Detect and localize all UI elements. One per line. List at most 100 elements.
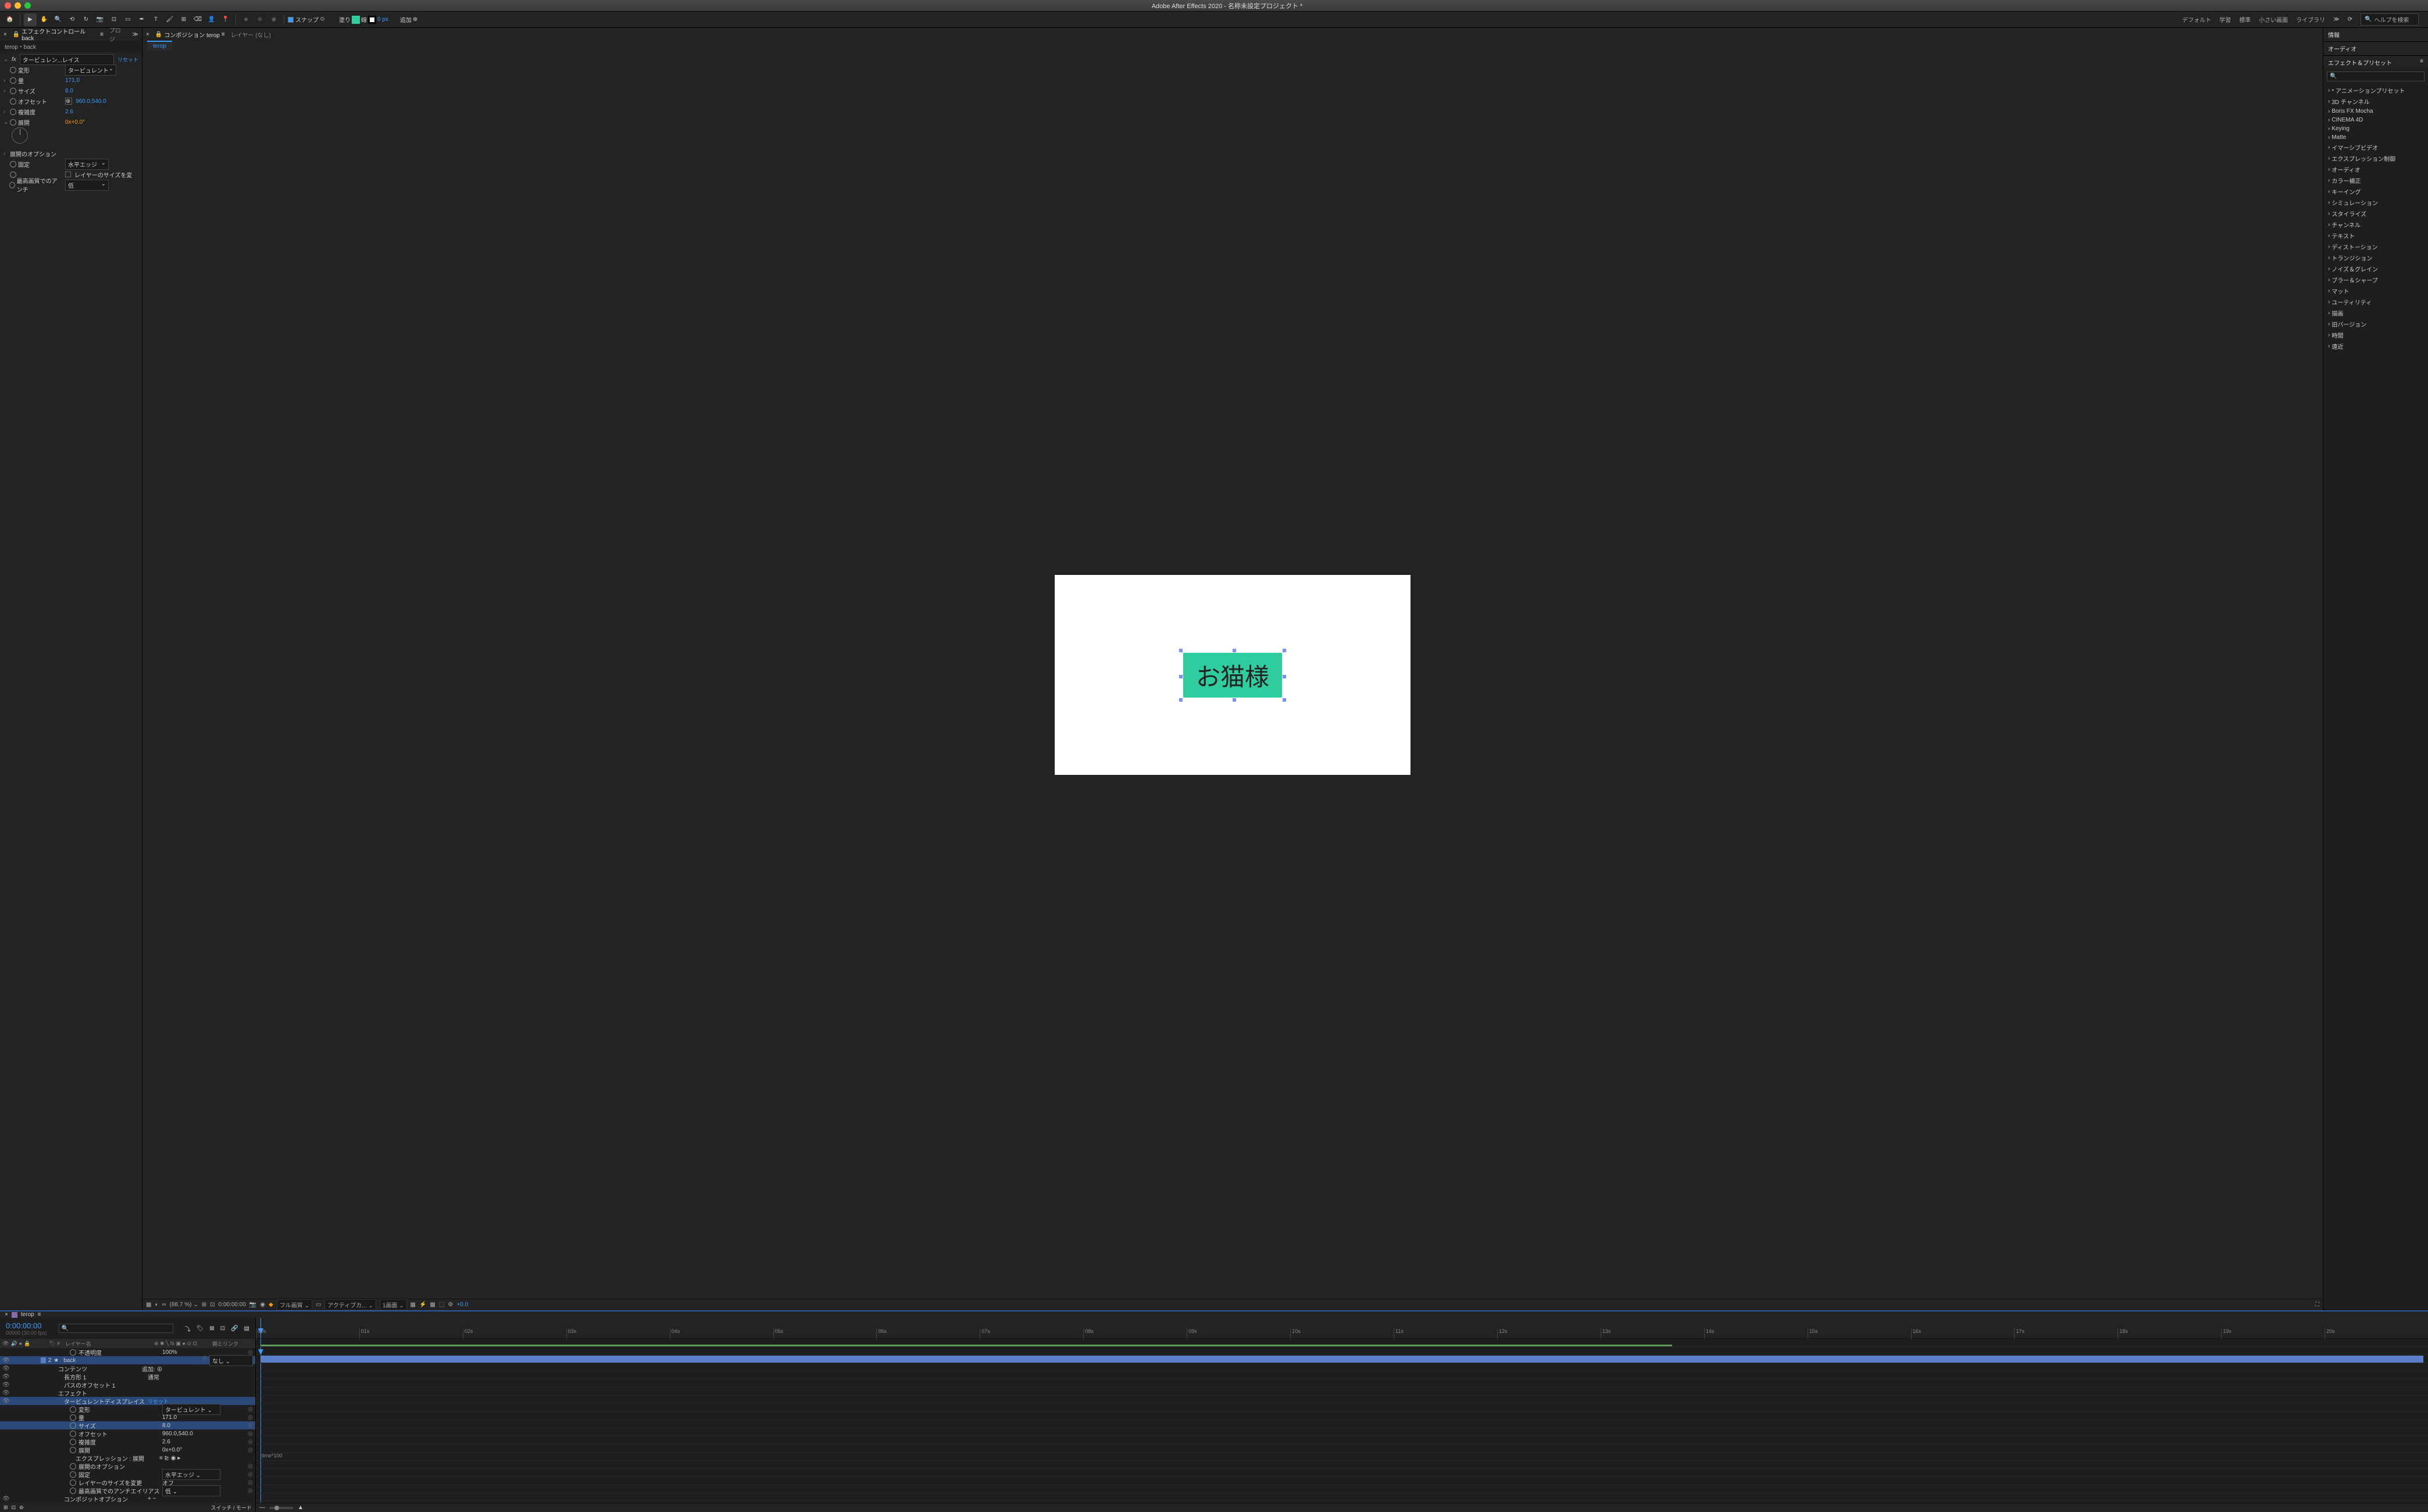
home-button[interactable]: 🏠: [3, 13, 16, 26]
layer-row[interactable]: 量171.0◎: [0, 1413, 255, 1421]
tl-icon[interactable]: ⤵: [185, 1324, 191, 1333]
stopwatch-icon[interactable]: [70, 1422, 76, 1429]
track-row[interactable]: [256, 1445, 2428, 1453]
shape-tool[interactable]: ▭: [122, 13, 134, 26]
clone-tool[interactable]: ⊞: [177, 13, 190, 26]
view-axis-button[interactable]: ◉: [267, 13, 280, 26]
fill-swatch[interactable]: [352, 16, 360, 24]
expr-enable-icon[interactable]: ≡: [159, 1455, 163, 1461]
pen-tool[interactable]: ✒: [135, 13, 148, 26]
prop-value[interactable]: 通常: [148, 1375, 159, 1381]
solo-col-icon[interactable]: ●: [19, 1341, 22, 1347]
help-search-input[interactable]: 🔍 ヘルプを検索: [2361, 13, 2419, 26]
prop-value[interactable]: 0x+0.0°: [162, 1447, 182, 1453]
complexity-value[interactable]: 2.6: [65, 109, 73, 115]
snapshot-icon[interactable]: 📷: [249, 1302, 256, 1308]
mask-icon[interactable]: ◐: [155, 1302, 158, 1308]
workspace-learn[interactable]: 学習: [2219, 15, 2231, 24]
stopwatch-icon[interactable]: [10, 88, 16, 94]
preset-category[interactable]: ›キーイング: [2323, 186, 2428, 197]
parent-dropdown[interactable]: なし ⌄: [209, 1355, 253, 1366]
layer-row[interactable]: 👁パスのオフセット 1: [0, 1381, 255, 1389]
track-row[interactable]: [256, 1469, 2428, 1477]
work-area-bar[interactable]: [260, 1345, 1672, 1346]
offset-value[interactable]: 960.0,540.0: [76, 98, 106, 105]
tl-icon[interactable]: ⊡: [220, 1325, 225, 1332]
layer-row[interactable]: 👁長方形 1通常: [0, 1372, 255, 1381]
prop-value[interactable]: 960.0,540.0: [162, 1431, 193, 1437]
track-row[interactable]: [256, 1461, 2428, 1469]
camera-dropdown[interactable]: アクティブカ... ⌄: [324, 1299, 376, 1310]
visibility-toggle[interactable]: 👁: [2, 1374, 10, 1380]
deform-dropdown[interactable]: タービュレント⌄: [65, 65, 116, 76]
preset-category[interactable]: ›Keying: [2323, 124, 2428, 133]
track-row[interactable]: [256, 1347, 2428, 1355]
handle-bl[interactable]: [1179, 698, 1183, 702]
stopwatch-icon[interactable]: [70, 1488, 76, 1494]
hand-tool[interactable]: ✋: [38, 13, 51, 26]
color-mgmt-icon[interactable]: ◆: [269, 1302, 273, 1308]
handle-br[interactable]: [1283, 698, 1286, 702]
stroke-swatch[interactable]: [368, 16, 376, 24]
workspace-standard[interactable]: 標準: [2239, 15, 2251, 24]
snap-options-icon[interactable]: ⚙: [320, 16, 325, 23]
handle-bm[interactable]: [1233, 698, 1236, 702]
tab-composition[interactable]: 🔒コンポジション terop ≡: [155, 30, 225, 39]
stopwatch-icon[interactable]: [70, 1479, 76, 1486]
preset-category[interactable]: ›マット: [2323, 285, 2428, 296]
views-dropdown[interactable]: 1画面 ⌄: [380, 1299, 407, 1310]
eraser-tool[interactable]: ⌫: [191, 13, 204, 26]
workspace-small[interactable]: 小さい画面: [2259, 15, 2288, 24]
preset-category[interactable]: ›イマーシブビデオ: [2323, 142, 2428, 153]
preset-category[interactable]: ›カラー補正: [2323, 175, 2428, 186]
puppet-tool[interactable]: 📍: [219, 13, 232, 26]
amount-value[interactable]: 171.0: [65, 77, 80, 84]
text-tool[interactable]: T: [149, 13, 162, 26]
preset-category[interactable]: ›シミュレーション: [2323, 197, 2428, 208]
track-row[interactable]: [256, 1477, 2428, 1485]
visibility-toggle[interactable]: 👁: [2, 1398, 10, 1404]
fullscreen-icon[interactable]: ⛶: [2315, 1302, 2319, 1308]
track-row[interactable]: [256, 1485, 2428, 1493]
stopwatch-icon[interactable]: [70, 1406, 76, 1413]
preset-category[interactable]: ›チャンネル: [2323, 219, 2428, 230]
stopwatch-icon[interactable]: [70, 1471, 76, 1478]
zoom-out-icon[interactable]: —: [259, 1504, 265, 1511]
preset-category[interactable]: ›ディストーション: [2323, 241, 2428, 252]
preset-category[interactable]: ›遠近: [2323, 341, 2428, 352]
panel-overflow-icon[interactable]: ≫: [133, 31, 138, 38]
layer-row[interactable]: オフセット960.0,540.0◎: [0, 1429, 255, 1438]
prop-value[interactable]: 8.0: [162, 1422, 170, 1429]
visibility-toggle[interactable]: 👁: [2, 1366, 10, 1372]
stopwatch-icon[interactable]: [10, 77, 16, 84]
layer-bar[interactable]: [260, 1356, 2423, 1363]
track-row[interactable]: [256, 1412, 2428, 1420]
motion-blur-icon[interactable]: ⊚: [19, 1504, 24, 1511]
audio-col-icon[interactable]: 🔊: [10, 1341, 17, 1347]
stopwatch-icon[interactable]: [10, 109, 16, 115]
track-row[interactable]: [256, 1371, 2428, 1379]
render-icon[interactable]: ⚙: [448, 1302, 453, 1308]
world-axis-button[interactable]: ⊕: [253, 13, 266, 26]
track-row[interactable]: [256, 1428, 2428, 1436]
expr-lang-icon[interactable]: ▸: [177, 1455, 180, 1461]
layer-row[interactable]: 固定水平エッジ ⌄◎: [0, 1470, 255, 1478]
antialias-dropdown[interactable]: 低⌄: [65, 180, 109, 191]
layer-row[interactable]: 最高画質でのアンチエイリアス低 ⌄◎: [0, 1486, 255, 1495]
brush-tool[interactable]: 🖌: [163, 13, 176, 26]
tl-icon[interactable]: 🔗: [231, 1325, 238, 1332]
orbit-tool[interactable]: ⟲: [66, 13, 78, 26]
layer-row[interactable]: 👁エフェクト: [0, 1389, 255, 1397]
preset-category[interactable]: ›テキスト: [2323, 230, 2428, 241]
stopwatch-icon[interactable]: [70, 1431, 76, 1437]
effect-name-dropdown[interactable]: タービュレン...レイス: [20, 54, 114, 65]
time-display[interactable]: 0:00:00:00: [219, 1302, 246, 1308]
exposure-value[interactable]: +0.0: [456, 1302, 468, 1308]
visibility-toggle[interactable]: 👁: [2, 1390, 10, 1396]
maximize-window-button[interactable]: [24, 2, 31, 9]
tl-icon[interactable]: 🏷: [197, 1325, 204, 1332]
twisty-icon[interactable]: ⌄: [3, 56, 8, 63]
prop-value[interactable]: 2.6: [162, 1439, 170, 1445]
workspace-overflow-icon[interactable]: ≫: [2333, 16, 2339, 23]
timecode-display[interactable]: 0:00:00:00: [6, 1321, 47, 1330]
